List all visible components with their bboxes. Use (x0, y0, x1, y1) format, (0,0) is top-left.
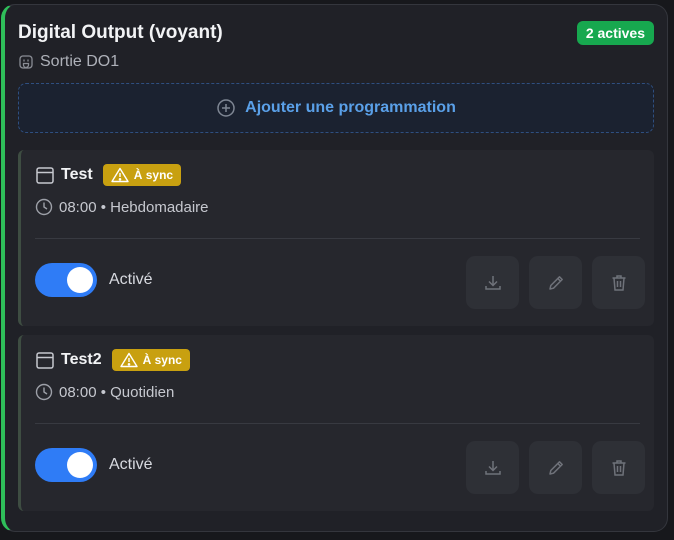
download-button[interactable] (466, 256, 519, 309)
schedule-time-text: 08:00 • Hebdomadaire (59, 198, 209, 216)
warning-icon (119, 352, 138, 368)
warning-icon (111, 167, 129, 183)
trash-icon (609, 458, 629, 478)
enable-toggle[interactable] (35, 448, 97, 482)
schedule-time: 08:00 • Quotidien (35, 383, 174, 401)
output-card: Digital Output (voyant) 2 actives Sortie… (1, 4, 668, 532)
divider (35, 238, 640, 239)
download-icon (483, 458, 503, 478)
clock-icon (35, 383, 53, 401)
plus-circle-icon (216, 98, 236, 118)
delete-button[interactable] (592, 256, 645, 309)
output-subtitle: Sortie DO1 (18, 53, 119, 71)
plug-icon (18, 54, 34, 70)
add-schedule-button[interactable]: Ajouter une programmation (18, 83, 654, 133)
schedule-header: Test À sync (35, 164, 182, 186)
active-count-badge: 2 actives (576, 21, 654, 45)
calendar-icon (35, 165, 55, 185)
schedule-name: Test2 (61, 351, 102, 368)
schedule-card: Test À sync 08:00 • Hebdomadaire Activé (18, 150, 654, 326)
toggle-knob (67, 267, 93, 293)
enable-toggle[interactable] (35, 263, 97, 297)
toggle-knob (67, 452, 93, 478)
sync-status-badge: À sync (111, 349, 190, 371)
edit-button[interactable] (529, 256, 582, 309)
sync-badge-label: À sync (133, 168, 174, 182)
schedule-time: 08:00 • Hebdomadaire (35, 198, 209, 216)
sync-status-badge: À sync (102, 164, 182, 186)
trash-icon (609, 273, 629, 293)
schedule-card: Test2 À sync 08:00 • Quotidien Activé (18, 335, 654, 511)
download-button[interactable] (466, 441, 519, 494)
delete-button[interactable] (592, 441, 645, 494)
card-title: Digital Output (voyant) (18, 22, 223, 43)
schedule-name: Test (61, 166, 93, 183)
calendar-icon (35, 350, 55, 370)
clock-icon (35, 198, 53, 216)
toggle-label: Activé (109, 456, 153, 473)
download-icon (483, 273, 503, 293)
schedule-time-text: 08:00 • Quotidien (59, 383, 175, 401)
divider (35, 423, 640, 424)
pencil-icon (546, 273, 566, 293)
add-schedule-label: Ajouter une programmation (245, 99, 456, 116)
schedule-header: Test2 À sync (35, 349, 190, 371)
edit-button[interactable] (529, 441, 582, 494)
sync-badge-label: À sync (142, 353, 182, 367)
toggle-label: Activé (109, 271, 153, 288)
subtitle-text: Sortie DO1 (40, 53, 120, 70)
pencil-icon (546, 458, 566, 478)
